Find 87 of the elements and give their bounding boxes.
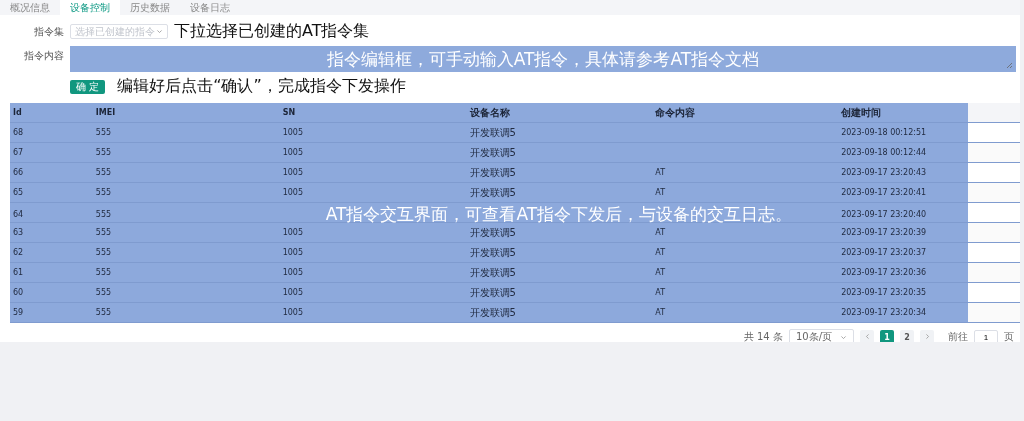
annotation-text: 下拉选择已创建的AT指令集 bbox=[174, 21, 370, 42]
table-cell-text: 1005 bbox=[281, 188, 304, 197]
table-cell-text: 开发联调5 bbox=[468, 125, 517, 140]
table-cell-text: 65 bbox=[12, 188, 25, 197]
table-cell-text: 开发联调5 bbox=[468, 245, 517, 260]
page-button[interactable]: 2 bbox=[900, 330, 914, 342]
table-cell-text: 555 bbox=[94, 128, 113, 137]
page-size-select[interactable]: 10条/页 bbox=[788, 329, 854, 342]
table-cell-text: 68 bbox=[12, 128, 25, 137]
table-cell-text: 2023-09-17 23:20:36 bbox=[840, 268, 928, 277]
table-cell-text: 59 bbox=[12, 308, 25, 317]
column-header: 命令内容 bbox=[654, 105, 697, 120]
annotation-text: 指令编辑框，可手动输入AT指令，具体请参考AT指令文档 bbox=[326, 47, 760, 71]
table-cell-text: 1005 bbox=[281, 128, 304, 137]
table-cell-text: 66 bbox=[12, 168, 25, 177]
next-page-button[interactable] bbox=[920, 330, 934, 342]
field-label: 指令内容 bbox=[23, 49, 64, 63]
column-header: 设备名称 bbox=[468, 105, 511, 120]
table-cell-text: 555 bbox=[94, 148, 113, 157]
table-cell-text: 60 bbox=[12, 288, 25, 297]
annotation-text: AT指令交互界面，可查看AT指令下发后，与设备的交互日志。 bbox=[325, 203, 793, 226]
table-cell-text: AT bbox=[654, 288, 667, 297]
table-cell-text: 555 bbox=[94, 210, 113, 219]
table-cell-text: 555 bbox=[94, 228, 113, 237]
chevron-down-icon bbox=[156, 28, 163, 35]
field-label: 指令集 bbox=[33, 24, 64, 39]
table-cell-text: 2023-09-18 00:12:44 bbox=[840, 148, 928, 157]
goto-label: 前往 bbox=[948, 330, 968, 342]
column-header: SN bbox=[281, 108, 297, 117]
table-cell-text: 62 bbox=[12, 248, 25, 257]
table-cell-text: 1005 bbox=[281, 308, 304, 317]
chevron-left-icon bbox=[863, 332, 871, 340]
table-cell-text: 2023-09-18 00:12:51 bbox=[840, 128, 928, 137]
table-cell-text: 1005 bbox=[281, 228, 304, 237]
table-cell-text: 61 bbox=[12, 268, 25, 277]
table-cell-text: AT bbox=[654, 168, 667, 177]
table-cell-text: AT bbox=[654, 268, 667, 277]
page-input[interactable]: 1 bbox=[974, 330, 998, 342]
table-cell-text: 开发联调5 bbox=[468, 225, 517, 240]
total-count: 共 14 条 bbox=[743, 330, 783, 342]
table-cell-text: 开发联调5 bbox=[468, 305, 517, 320]
table-cell-text: 555 bbox=[94, 248, 113, 257]
table-cell-text: 67 bbox=[12, 148, 25, 157]
table-cell-text: 555 bbox=[94, 168, 113, 177]
tab[interactable]: 设备日志 bbox=[180, 0, 240, 15]
table-cell-text: 1005 bbox=[281, 148, 304, 157]
tab[interactable]: 设备控制 bbox=[60, 0, 120, 15]
confirm-button[interactable]: 确 定 bbox=[70, 79, 106, 94]
table-cell-text: 2023-09-17 23:20:43 bbox=[840, 168, 928, 177]
table-cell-text: 2023-09-17 23:20:35 bbox=[840, 288, 928, 297]
table-cell-text: 555 bbox=[94, 268, 113, 277]
table-cell-text: 开发联调5 bbox=[468, 165, 517, 180]
page-unit: 页 bbox=[1004, 330, 1014, 342]
column-header: Id bbox=[12, 108, 23, 117]
table-cell-text: 2023-09-17 23:20:34 bbox=[840, 308, 928, 317]
table-cell-text: 555 bbox=[94, 308, 113, 317]
column-header: 创建时间 bbox=[840, 105, 883, 120]
table-cell-text: 2023-09-17 23:20:37 bbox=[840, 248, 928, 257]
table-cell-text: 2023-09-17 23:20:40 bbox=[840, 210, 928, 219]
table-cell-text: 555 bbox=[94, 288, 113, 297]
column-header: IMEI bbox=[94, 108, 117, 117]
table-cell-text: 开发联调5 bbox=[468, 265, 517, 280]
previous-page-button[interactable] bbox=[860, 330, 874, 342]
table-cell-text: AT bbox=[654, 248, 667, 257]
table-cell-text: 2023-09-17 23:20:41 bbox=[840, 188, 928, 197]
table-cell-text: 开发联调5 bbox=[468, 285, 517, 300]
page-button[interactable]: 1 bbox=[880, 330, 894, 342]
table-cell-text: AT bbox=[654, 188, 667, 197]
table-cell-text: 开发联调5 bbox=[468, 145, 517, 160]
chevron-right-icon bbox=[923, 332, 931, 340]
table-cell-text: 1005 bbox=[281, 248, 304, 257]
chevron-down-icon bbox=[840, 333, 847, 341]
resize-grip-icon bbox=[1006, 62, 1013, 69]
table-cell-text: 63 bbox=[12, 228, 25, 237]
table-cell-text: AT bbox=[654, 228, 667, 237]
table-cell-text: 开发联调5 bbox=[468, 185, 517, 200]
table-cell-text: 1005 bbox=[281, 268, 304, 277]
table-cell-text: AT bbox=[654, 308, 667, 317]
table-cell-text: 64 bbox=[12, 210, 25, 219]
annotation-text: 编辑好后点击“确认”，完成指令下发操作 bbox=[117, 76, 406, 97]
table-cell-text: 555 bbox=[94, 188, 113, 197]
table-cell-text: 2023-09-17 23:20:39 bbox=[840, 228, 928, 237]
tab[interactable]: 历史数据 bbox=[120, 0, 180, 15]
table-cell-text: 1005 bbox=[281, 288, 304, 297]
table-cell-text: 1005 bbox=[281, 168, 304, 177]
input-field[interactable]: 指令编辑框，可手动输入AT指令，具体请参考AT指令文档 bbox=[70, 46, 1016, 72]
tab[interactable]: 概况信息 bbox=[0, 0, 60, 15]
